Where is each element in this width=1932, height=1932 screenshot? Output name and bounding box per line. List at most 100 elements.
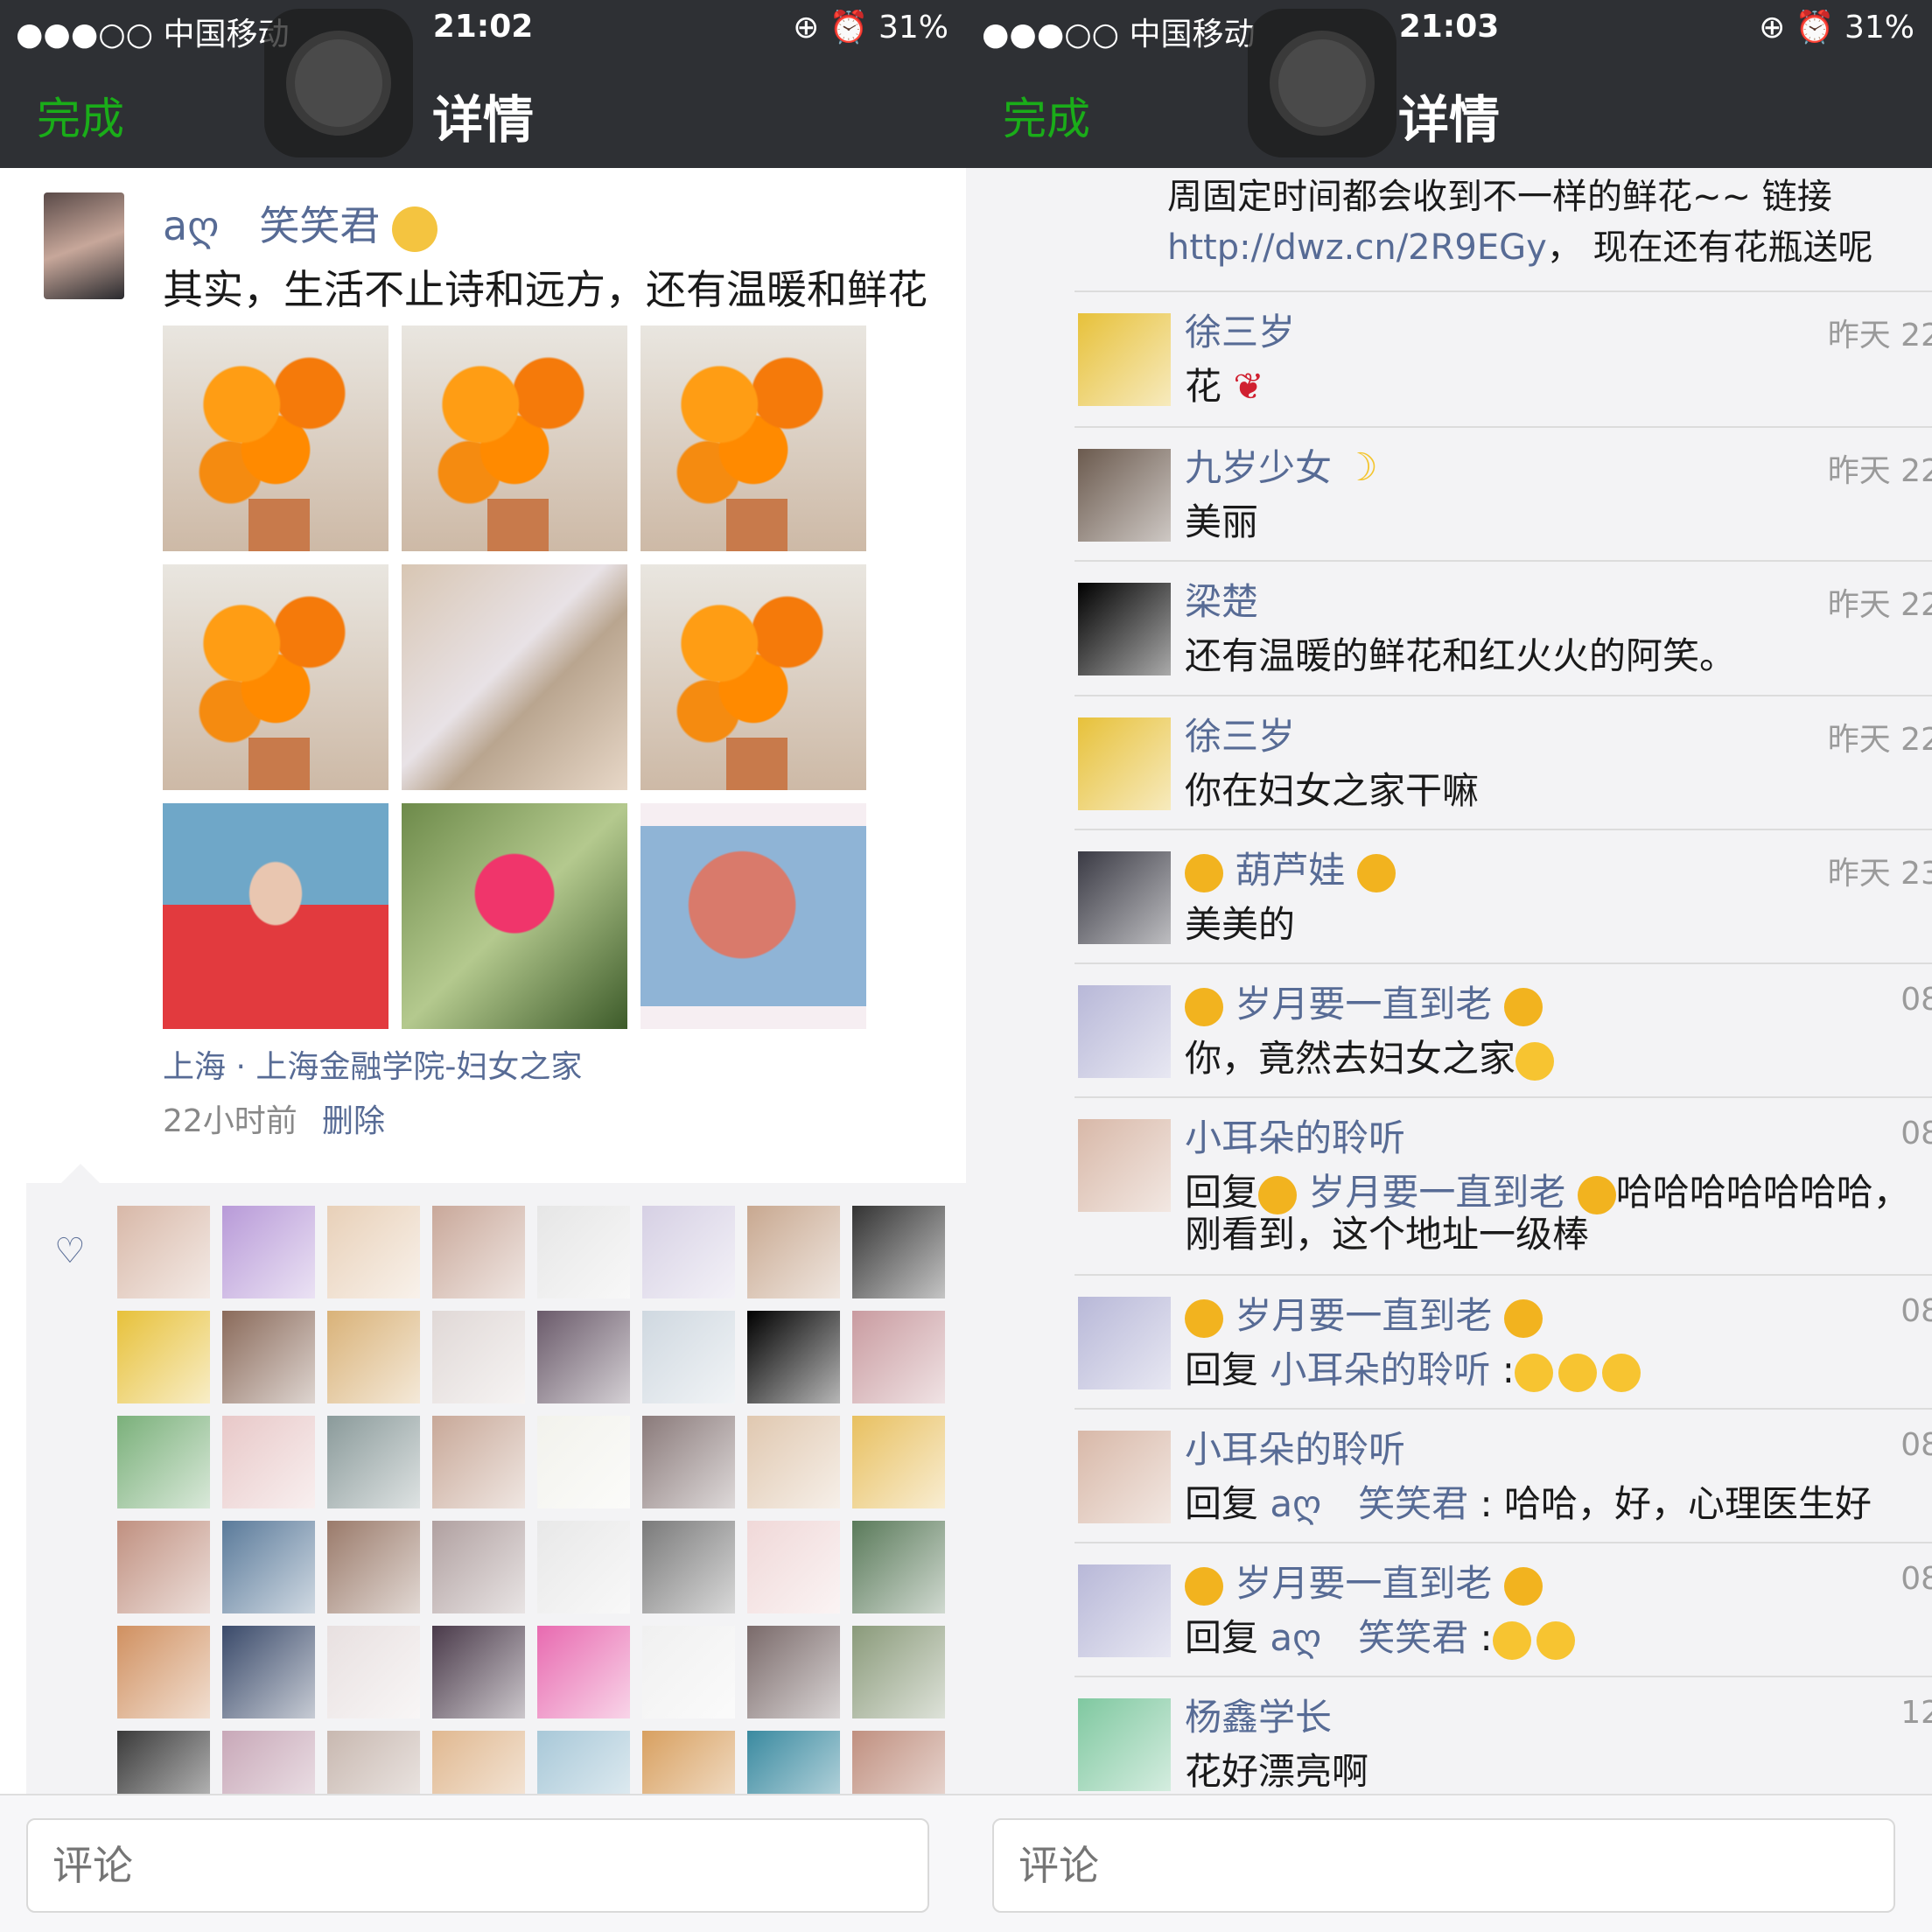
delete-button[interactable]: 删除	[322, 1096, 385, 1141]
commenter-avatar[interactable]	[1078, 718, 1171, 810]
commenter-avatar[interactable]	[1078, 449, 1171, 542]
post-photo[interactable]	[402, 564, 627, 790]
liker-avatar[interactable]	[117, 1416, 210, 1508]
comment-item[interactable]: 徐三岁 昨天 22 花 ❦	[1074, 296, 1932, 427]
comment-divider	[1074, 290, 1932, 292]
post-photo[interactable]	[402, 803, 627, 1029]
liker-avatar[interactable]	[747, 1416, 840, 1508]
commenter-avatar[interactable]	[1078, 1119, 1171, 1212]
comment-item[interactable]: 岁月要一直到老 08 回复 小耳朵的聆听 :	[1074, 1279, 1932, 1410]
liker-avatar[interactable]	[537, 1626, 630, 1718]
previous-comment-text: 周固定时间都会收到不一样的鲜花~~ 链接 http://dwz.cn/2R9EG…	[1167, 168, 1932, 270]
liker-avatar[interactable]	[537, 1521, 630, 1614]
liker-avatar[interactable]	[117, 1206, 210, 1298]
commenter-name[interactable]: 九岁少女 ☽	[1185, 438, 1378, 492]
liker-avatar[interactable]	[852, 1206, 945, 1298]
comment-body: 你，竟然去妇女之家	[1185, 1037, 1516, 1080]
commenter-name[interactable]: 岁月要一直到老	[1185, 1286, 1543, 1340]
commenter-name[interactable]: 岁月要一直到老	[1185, 975, 1543, 1028]
comment-item[interactable]: 岁月要一直到老 08 你，竟然去妇女之家	[1074, 968, 1932, 1099]
comment-item[interactable]: 小耳朵的聆听 08 回复 岁月要一直到老 哈哈哈哈哈哈哈， 刚看到，这个地址一级棒	[1074, 1102, 1932, 1256]
comment-item[interactable]: 徐三岁 昨天 22 你在妇女之家干嘛	[1074, 700, 1932, 831]
comment-item[interactable]: 梁楚 昨天 22 还有温暖的鲜花和红火火的阿笑。	[1074, 565, 1932, 696]
commenter-avatar[interactable]	[1078, 1297, 1171, 1390]
post-photo[interactable]	[163, 803, 388, 1029]
liker-avatar[interactable]	[222, 1206, 315, 1298]
commenter-avatar[interactable]	[1078, 313, 1171, 406]
post-photo[interactable]	[640, 803, 866, 1029]
post-photo[interactable]	[402, 326, 627, 551]
assistive-touch-button[interactable]	[264, 9, 413, 158]
liker-avatar[interactable]	[642, 1521, 735, 1614]
commenter-name[interactable]: 岁月要一直到老	[1185, 1554, 1543, 1607]
post-author-name[interactable]: aღ 笑笑君	[163, 194, 438, 252]
liker-avatar[interactable]	[117, 1521, 210, 1614]
commenter-name[interactable]: 葫芦娃	[1185, 841, 1396, 894]
commenter-avatar[interactable]	[1078, 583, 1171, 676]
liker-avatar[interactable]	[852, 1311, 945, 1404]
comment-item[interactable]: 小耳朵的聆听 08 回复 aღ 笑笑君 : 哈哈，好，心理医生好	[1074, 1413, 1932, 1544]
liker-avatar[interactable]	[747, 1521, 840, 1614]
commenter-name[interactable]: 杨鑫学长	[1185, 1688, 1332, 1741]
post-author-avatar[interactable]	[44, 192, 124, 299]
commenter-avatar[interactable]	[1078, 1698, 1171, 1791]
comment-item[interactable]: 杨鑫学长 12 花好漂亮啊	[1074, 1681, 1932, 1812]
commenter-avatar[interactable]	[1078, 851, 1171, 944]
liker-avatar[interactable]	[327, 1521, 420, 1614]
liker-avatar[interactable]	[327, 1626, 420, 1718]
comment-time: 昨天 23	[1827, 856, 1932, 892]
liker-avatar[interactable]	[642, 1416, 735, 1508]
commenter-name[interactable]: 小耳朵的聆听	[1185, 1109, 1405, 1162]
commenter-avatar[interactable]	[1078, 1564, 1171, 1657]
assistive-touch-button[interactable]	[1248, 9, 1396, 158]
comment-item[interactable]: 九岁少女 ☽ 昨天 22 美丽	[1074, 431, 1932, 563]
liker-avatar[interactable]	[537, 1311, 630, 1404]
liker-avatar[interactable]	[747, 1311, 840, 1404]
liker-avatar[interactable]	[222, 1311, 315, 1404]
liker-avatar[interactable]	[747, 1626, 840, 1718]
liker-avatar[interactable]	[432, 1521, 525, 1614]
link[interactable]: http://dwz.cn/2R9EGy	[1167, 228, 1547, 268]
liker-avatar[interactable]	[222, 1521, 315, 1614]
comment-time: 昨天 22	[1827, 318, 1932, 354]
commenter-avatar[interactable]	[1078, 985, 1171, 1078]
post-photo[interactable]	[163, 564, 388, 790]
post-photo[interactable]	[163, 326, 388, 551]
commenter-name[interactable]: 徐三岁	[1185, 707, 1295, 760]
liker-avatar[interactable]	[117, 1311, 210, 1404]
grin-emoji-icon	[1601, 1353, 1641, 1392]
liker-avatar[interactable]	[222, 1626, 315, 1718]
liker-avatar[interactable]	[537, 1206, 630, 1298]
liker-avatar[interactable]	[642, 1206, 735, 1298]
liker-avatar[interactable]	[747, 1206, 840, 1298]
comment-item[interactable]: 岁月要一直到老 08 回复 aღ 笑笑君 :	[1074, 1547, 1932, 1678]
commenter-name[interactable]: 梁楚	[1185, 572, 1258, 626]
liker-avatar[interactable]	[432, 1311, 525, 1404]
commenter-name[interactable]: 小耳朵的聆听	[1185, 1420, 1405, 1474]
liker-avatar[interactable]	[327, 1206, 420, 1298]
comment-item[interactable]: 葫芦娃 昨天 23 美美的	[1074, 834, 1932, 965]
liker-avatar[interactable]	[852, 1521, 945, 1614]
commenter-name[interactable]: 徐三岁	[1185, 303, 1295, 356]
liker-avatar[interactable]	[432, 1416, 525, 1508]
liker-avatar[interactable]	[327, 1311, 420, 1404]
comment-input[interactable]	[992, 1818, 1895, 1913]
comment-text: 花 ❦	[1185, 357, 1264, 410]
commenter-avatar[interactable]	[1078, 1431, 1171, 1523]
comment-input[interactable]	[26, 1818, 929, 1913]
liker-avatar[interactable]	[117, 1626, 210, 1718]
liker-avatar[interactable]	[852, 1626, 945, 1718]
assistive-touch-icon	[1270, 31, 1375, 136]
liker-avatar[interactable]	[222, 1416, 315, 1508]
post-photo[interactable]	[640, 326, 866, 551]
liker-avatar[interactable]	[642, 1626, 735, 1718]
post-location[interactable]: 上海 · 上海金融学院-妇女之家	[163, 1041, 582, 1087]
liker-avatar[interactable]	[432, 1206, 525, 1298]
comment-divider	[1074, 560, 1932, 562]
liker-avatar[interactable]	[852, 1416, 945, 1508]
liker-avatar[interactable]	[327, 1416, 420, 1508]
post-photo[interactable]	[640, 564, 866, 790]
liker-avatar[interactable]	[642, 1311, 735, 1404]
liker-avatar[interactable]	[432, 1626, 525, 1718]
liker-avatar[interactable]	[537, 1416, 630, 1508]
